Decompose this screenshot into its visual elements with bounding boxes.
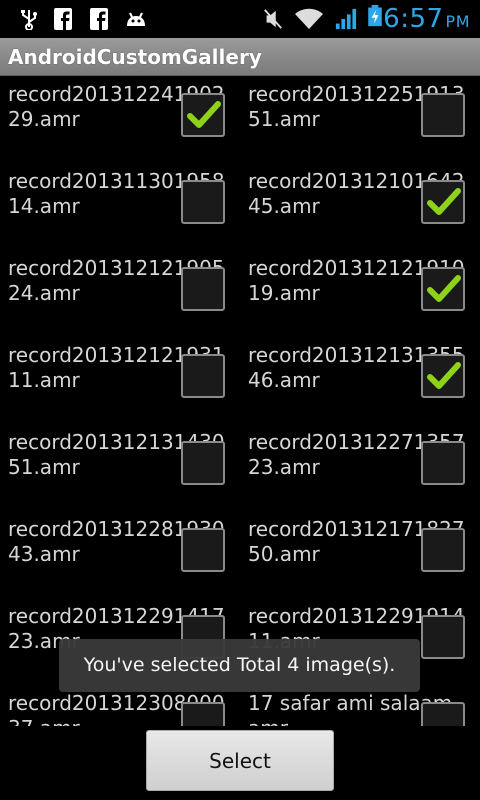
checkbox[interactable] <box>421 93 465 137</box>
checkmark-icon <box>427 362 461 389</box>
checkbox[interactable] <box>181 528 225 572</box>
gallery-item[interactable]: record20131213135546.amr <box>240 337 480 424</box>
gallery-item[interactable]: record20131212193111.amr <box>0 337 240 424</box>
checkbox[interactable] <box>421 702 465 726</box>
checkbox[interactable] <box>181 354 225 398</box>
signal-icon <box>335 8 357 30</box>
gallery-grid[interactable]: record20131224190229.amr record2013122519… <box>0 76 480 726</box>
status-bar: 6:57 PM <box>0 0 480 38</box>
gallery-item[interactable]: record20131212191019.amr <box>240 250 480 337</box>
facebook-icon <box>90 8 108 30</box>
checkbox[interactable] <box>421 615 465 659</box>
gallery-item[interactable]: record20131225191351.amr <box>240 76 480 163</box>
select-button[interactable]: Select <box>146 730 334 791</box>
gallery-item[interactable]: record20131130195814.amr <box>0 163 240 250</box>
clock: 6:57 PM <box>383 4 470 34</box>
gallery-item[interactable]: record20131227135723.amr <box>240 424 480 511</box>
checkbox[interactable] <box>421 441 465 485</box>
gallery-item[interactable]: record20131210164245.amr <box>240 163 480 250</box>
action-bar: AndroidCustomGallery <box>0 38 480 76</box>
gallery-item[interactable]: record20131228193043.amr <box>0 511 240 598</box>
checkbox[interactable] <box>181 267 225 311</box>
checkmark-icon <box>427 188 461 215</box>
gallery-item[interactable]: record20131224190229.amr <box>0 76 240 163</box>
checkbox-checked[interactable] <box>421 354 465 398</box>
usb-icon <box>21 10 37 30</box>
app-title: AndroidCustomGallery <box>8 45 262 69</box>
facebook-icon <box>54 8 72 30</box>
checkbox[interactable] <box>181 441 225 485</box>
gallery-item[interactable]: record20131217182750.amr <box>240 511 480 598</box>
checkbox-checked[interactable] <box>421 267 465 311</box>
checkbox[interactable] <box>181 180 225 224</box>
mute-icon <box>264 9 282 29</box>
checkmark-icon <box>427 275 461 302</box>
checkbox-checked[interactable] <box>181 93 225 137</box>
android-debug-icon <box>127 12 145 26</box>
toast: You've selected Total 4 image(s). <box>59 639 420 692</box>
checkbox-checked[interactable] <box>421 180 465 224</box>
checkmark-icon <box>187 101 221 128</box>
gallery-item[interactable]: record20131212190524.amr <box>0 250 240 337</box>
checkbox[interactable] <box>421 528 465 572</box>
toast-message: You've selected Total 4 image(s). <box>83 654 396 676</box>
checkbox[interactable] <box>181 702 225 726</box>
battery-charging-icon <box>368 5 382 27</box>
gallery-item[interactable]: record20131213143051.amr <box>0 424 240 511</box>
wifi-icon <box>295 8 323 29</box>
